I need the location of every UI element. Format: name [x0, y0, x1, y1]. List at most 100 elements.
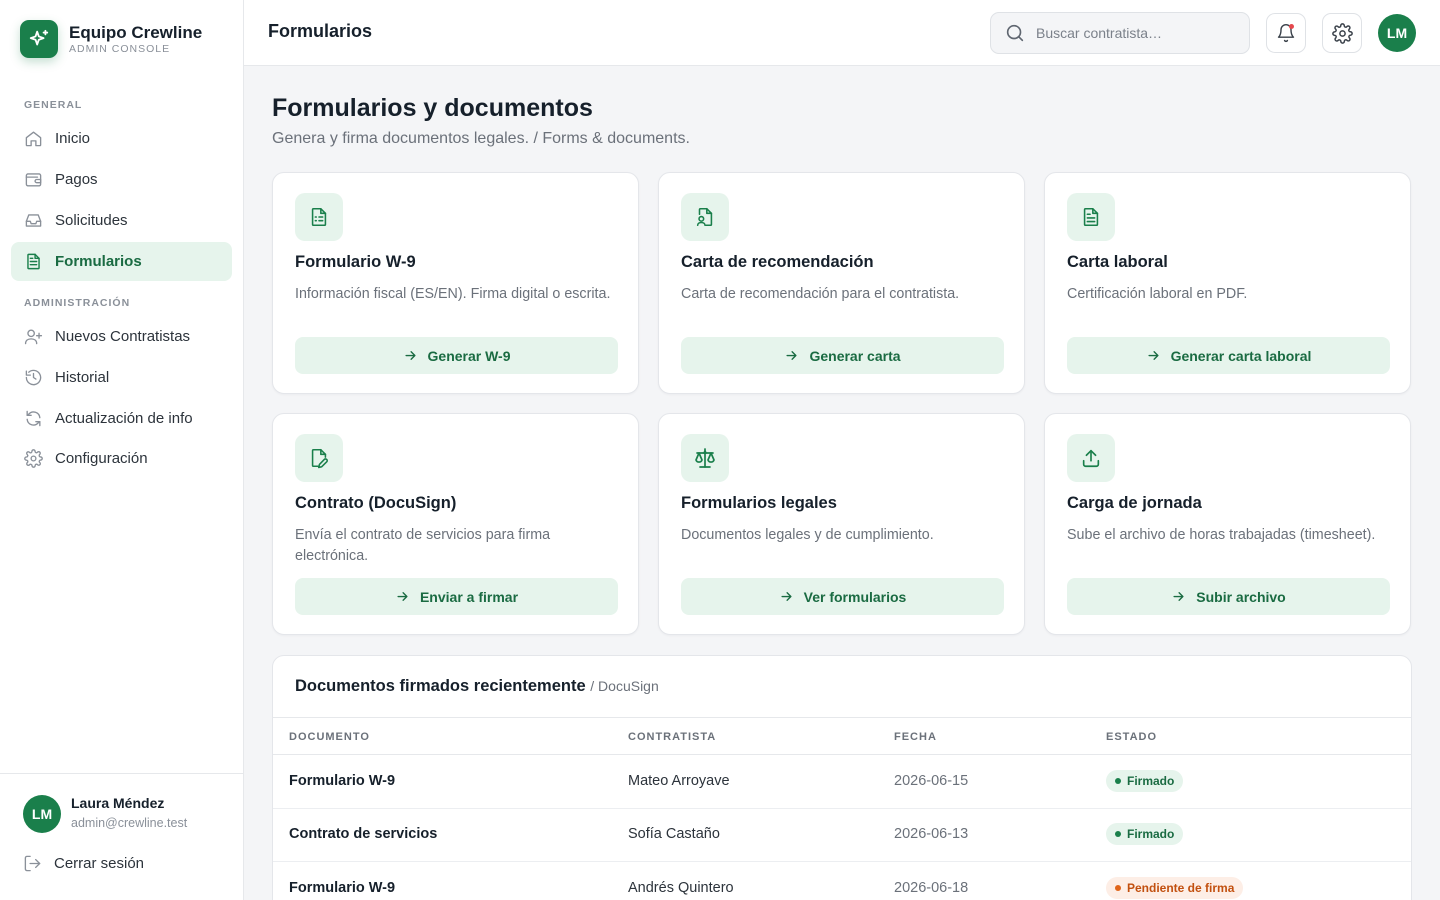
- file-text-icon: [23, 252, 43, 272]
- card-description: Carta de recomendación para el contratis…: [681, 286, 960, 302]
- status-text: Pendiente de firma: [1127, 881, 1235, 895]
- file-text-icon: [1067, 193, 1115, 241]
- cell-document: Formulario W-9: [289, 880, 396, 896]
- card-title: Formularios legales: [681, 494, 837, 512]
- arrow-right-icon: [784, 348, 799, 363]
- status-text: Firmado: [1127, 827, 1175, 841]
- cell-date: 2026-06-15: [894, 773, 969, 789]
- sidebar-item-nuevos-contratistas[interactable]: Nuevos Contratistas: [11, 317, 232, 356]
- card-description: Documentos legales y de cumplimiento.: [681, 527, 934, 543]
- avatar[interactable]: LM: [23, 795, 61, 833]
- refresh-icon: [23, 409, 43, 429]
- card-w9: Formulario W-9 Información fiscal (ES/EN…: [272, 172, 639, 394]
- sidebar-item-label: Solicitudes: [55, 212, 128, 229]
- status-dot: [1115, 778, 1121, 784]
- sidebar-item-solicitudes[interactable]: Solicitudes: [11, 201, 232, 240]
- home-icon: [23, 129, 43, 149]
- card-description: Sube el archivo de horas trabajadas (tim…: [1067, 527, 1376, 543]
- sidebar-footer: LM Laura Méndez admin@crewline.test Cerr…: [0, 773, 243, 900]
- file-form-icon: [295, 193, 343, 241]
- sidebar-item-actualizacion[interactable]: Actualización de info: [11, 399, 232, 438]
- inbox-icon: [23, 211, 43, 231]
- view-forms-button[interactable]: Ver formularios: [681, 578, 1004, 615]
- sidebar-item-label: Historial: [55, 369, 110, 386]
- card-legal-forms: Formularios legales Documentos legales y…: [658, 413, 1025, 635]
- card-title: Carga de jornada: [1067, 494, 1202, 512]
- file-user-icon: [681, 193, 729, 241]
- cell-date: 2026-06-13: [894, 826, 969, 842]
- gear-icon: [23, 449, 43, 469]
- cell-contractor: Mateo Arroyave: [628, 773, 730, 789]
- user-name: Laura Méndez: [71, 795, 165, 811]
- table-title: Documentos firmados recientemente / Docu…: [295, 677, 659, 696]
- settings-button[interactable]: [1322, 13, 1362, 53]
- sidebar-item-label: Pagos: [55, 171, 98, 188]
- card-recommendation: Carta de recomendación Carta de recomend…: [658, 172, 1025, 394]
- logout-icon: [23, 854, 42, 873]
- status-dot: [1115, 885, 1121, 891]
- card-timesheet: Carga de jornada Sube el archivo de hora…: [1044, 413, 1411, 635]
- button-label: Generar carta laboral: [1170, 347, 1312, 364]
- column-header-document: DOCUMENTO: [289, 731, 370, 743]
- cell-contractor: Sofía Castaño: [628, 826, 720, 842]
- cell-contractor: Andrés Quintero: [628, 880, 734, 896]
- column-header-date: FECHA: [894, 731, 937, 743]
- sidebar-item-pagos[interactable]: Pagos: [11, 160, 232, 199]
- arrow-right-icon: [403, 348, 418, 363]
- logout-button[interactable]: Cerrar sesión: [23, 854, 144, 873]
- recent-documents-table: Documentos firmados recientemente / Docu…: [272, 655, 1412, 900]
- nav-section-admin: ADMINISTRACIÓN: [24, 297, 131, 309]
- table-subtitle: / DocuSign: [590, 678, 659, 694]
- generate-w9-button[interactable]: Generar W-9: [295, 337, 618, 374]
- table-row[interactable]: Formulario W-9 Mateo Arroyave 2026-06-15…: [273, 755, 1411, 809]
- upload-file-button[interactable]: Subir archivo: [1067, 578, 1390, 615]
- user-email: admin@crewline.test: [71, 816, 188, 830]
- generate-employment-letter-button[interactable]: Generar carta laboral: [1067, 337, 1390, 374]
- page-header-title: Formularios: [268, 21, 373, 41]
- card-contract: Contrato (DocuSign) Envía el contrato de…: [272, 413, 639, 635]
- notifications-button[interactable]: [1266, 13, 1306, 53]
- button-label: Subir archivo: [1196, 588, 1286, 605]
- sidebar-item-label: Actualización de info: [55, 410, 193, 427]
- sidebar-item-configuracion[interactable]: Configuración: [11, 439, 232, 478]
- sidebar-item-label: Configuración: [55, 450, 148, 467]
- sparkles-icon: [20, 20, 58, 58]
- page-subtitle: Genera y firma documentos legales. / For…: [272, 130, 690, 147]
- notification-dot: [1289, 24, 1294, 29]
- upload-icon: [1067, 434, 1115, 482]
- history-icon: [23, 368, 43, 388]
- file-signature-icon: [295, 434, 343, 482]
- generate-letter-button[interactable]: Generar carta: [681, 337, 1004, 374]
- search-icon: [1004, 22, 1026, 44]
- sidebar-item-label: Inicio: [55, 130, 91, 147]
- sidebar-item-historial[interactable]: Historial: [11, 358, 232, 397]
- table-row[interactable]: Contrato de servicios Sofía Castaño 2026…: [273, 808, 1411, 862]
- user-avatar[interactable]: LM: [1378, 14, 1416, 52]
- sidebar-item-inicio[interactable]: Inicio: [11, 119, 232, 158]
- brand[interactable]: Equipo Crewline ADMIN CONSOLE: [20, 20, 202, 58]
- status-badge: Firmado: [1106, 823, 1184, 845]
- search-box[interactable]: [990, 12, 1250, 54]
- column-header-contractor: CONTRATISTA: [628, 731, 717, 743]
- arrow-right-icon: [395, 589, 410, 604]
- card-title: Contrato (DocuSign): [295, 494, 457, 512]
- brand-subtitle: ADMIN CONSOLE: [69, 42, 171, 55]
- sidebar-item-label: Nuevos Contratistas: [55, 328, 191, 345]
- sidebar-item-formularios[interactable]: Formularios: [11, 242, 232, 281]
- arrow-right-icon: [1146, 348, 1161, 363]
- nav-section-general: GENERAL: [24, 99, 83, 111]
- arrow-right-icon: [1171, 589, 1186, 604]
- table-row[interactable]: Formulario W-9 Andrés Quintero 2026-06-1…: [273, 862, 1411, 900]
- status-dot: [1115, 831, 1121, 837]
- column-header-status: ESTADO: [1106, 731, 1158, 743]
- status-badge: Pendiente de firma: [1106, 877, 1244, 899]
- card-title: Carta de recomendación: [681, 253, 874, 271]
- card-title: Formulario W-9: [295, 253, 416, 271]
- card-description: Certificación laboral en PDF.: [1067, 286, 1248, 302]
- button-label: Generar W-9: [427, 347, 511, 364]
- status-text: Firmado: [1127, 774, 1175, 788]
- brand-name: Equipo Crewline: [69, 22, 203, 42]
- send-to-sign-button[interactable]: Enviar a firmar: [295, 578, 618, 615]
- search-input[interactable]: [1036, 25, 1236, 41]
- gear-icon: [1331, 22, 1353, 44]
